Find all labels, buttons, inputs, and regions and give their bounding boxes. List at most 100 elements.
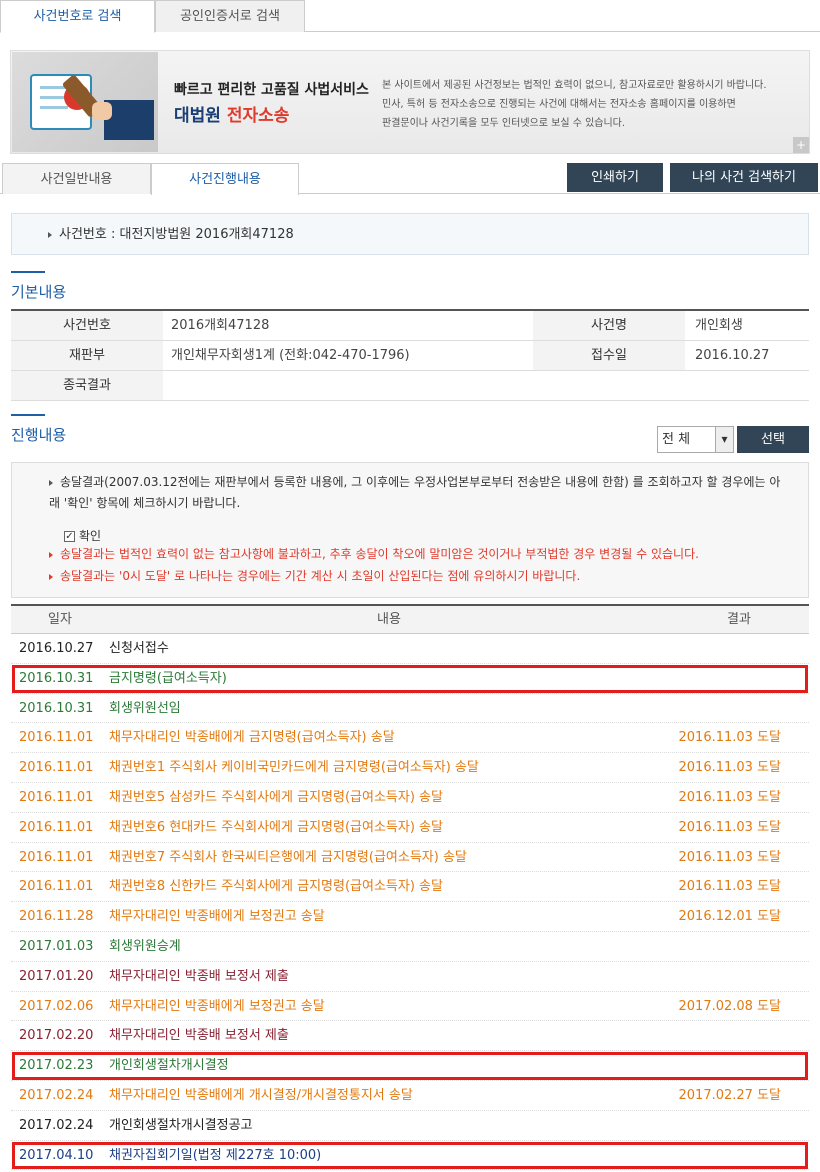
row-result: 2017.02.27 도달 [678, 1087, 782, 1103]
row-result [669, 1141, 809, 1170]
row-desc: 채무자대리인 박종배 보정서 제출 [109, 1028, 289, 1044]
select-button[interactable]: 선택 [737, 426, 809, 453]
case-number-box: 사건번호 : 대전지방법원 2016개회47128 [11, 213, 809, 255]
row-result: 2016.11.03 도달 [678, 760, 782, 776]
row-desc: 채권번호1 주식회사 케이비국민카드에게 금지명령(급여소득자) 송달 [109, 760, 479, 776]
final-result-label: 종국결과 [11, 371, 163, 400]
table-row: 2017.02.24 채무자대리인 박종배에게 개시결정/개시결정통지서 송달 20… [11, 1081, 809, 1111]
row-date: 2017.01.03 [19, 938, 94, 954]
row-date: 2016.11.28 [19, 909, 94, 925]
case-name-label: 사건명 [533, 311, 685, 340]
row-result: 2017.02.08 도달 [678, 998, 782, 1014]
case-name-value: 개인회생 [695, 318, 743, 333]
search-tabs: 사건번호로 검색 공인인증서로 검색 [0, 0, 820, 33]
table-row: 2016.10.31 금지명령(급여소득자) [11, 664, 809, 694]
table-row: 재판부 개인채무자회생1계 (전화:042-470-1796) 접수일 2016… [11, 341, 809, 371]
row-date: 2017.02.24 [19, 1117, 94, 1133]
row-desc: 회생위원승계 [109, 938, 181, 954]
row-desc: 채권번호7 주식회사 한국씨티은행에게 금지명령(급여소득자) 송달 [109, 849, 467, 865]
tab-search-by-certificate[interactable]: 공인인증서로 검색 [155, 0, 305, 32]
notice-warning: 송달결과는 '0시 도달' 로 나타나는 경우에는 기간 계산 시 초일이 산입… [49, 566, 580, 587]
table-row: 2017.02.23 개인회생절차개시결정 [11, 1051, 809, 1081]
row-date: 2016.11.01 [19, 789, 94, 805]
row-result [669, 932, 809, 961]
final-result-value [163, 371, 809, 400]
banner-brand: 대법원 전자소송 [174, 101, 289, 126]
banner-tagline: 빠르고 편리한 고품질 사법서비스 [174, 82, 369, 98]
row-result [669, 634, 809, 663]
table-row: 2016.11.01 채권번호8 신한카드 주식회사에게 금지명령(급여소득자) … [11, 872, 809, 903]
e-litigation-banner[interactable]: 빠르고 편리한 고품질 사법서비스 대법원 전자소송 본 사이트에서 제공된 사… [10, 50, 810, 154]
court-value: 개인채무자회생1계 (전화:042-470-1796) [171, 348, 410, 363]
hand-icon [92, 102, 112, 120]
row-result [669, 1051, 809, 1080]
row-date: 2017.02.06 [19, 998, 94, 1014]
row-date: 2016.11.01 [19, 760, 94, 776]
table-row: 2016.11.01 채권번호6 현대카드 주식회사에게 금지명령(급여소득자) … [11, 813, 809, 843]
more-icon[interactable]: + [793, 137, 809, 153]
bullet-icon [49, 479, 53, 486]
delivery-notice: 송달결과(2007.03.12전에는 재판부에서 등록한 내용에, 그 이후에는… [11, 462, 809, 598]
tab-search-by-case-number[interactable]: 사건번호로 검색 [0, 0, 155, 33]
checkbox-checked-icon[interactable]: ✓ [64, 531, 75, 542]
bullet-icon [48, 231, 52, 238]
row-desc: 채권자집회기일(법정 제227호 10:00) [109, 1147, 322, 1163]
court-label: 재판부 [11, 341, 163, 370]
progress-filter-select[interactable]: 전 체 ▾ [657, 426, 734, 453]
row-desc: 채권번호6 현대카드 주식회사에게 금지명령(급여소득자) 송달 [109, 819, 443, 835]
row-desc: 채권번호5 삼성카드 주식회사에게 금지명령(급여소득자) 송달 [109, 789, 443, 805]
tab-case-progress[interactable]: 사건진행내용 [151, 163, 299, 195]
table-row: 2016.11.01 채권번호7 주식회사 한국씨티은행에게 금지명령(급여소득자… [11, 843, 809, 873]
row-date: 2017.01.20 [19, 968, 94, 984]
banner-notice-line: 민사, 특허 등 전자소송으로 진행되는 사건에 대해서는 전자소송 홈페이지를… [382, 99, 736, 110]
row-date: 2016.11.01 [19, 730, 94, 746]
table-row: 2016.11.01 채권번호5 삼성카드 주식회사에게 금지명령(급여소득자) … [11, 783, 809, 813]
tab-case-general[interactable]: 사건일반내용 [2, 163, 151, 194]
received-date-value: 2016.10.27 [695, 348, 770, 363]
row-result: 2016.11.03 도달 [678, 849, 782, 865]
case-number-label: 사건번호 [11, 311, 163, 340]
row-desc: 개인회생절차개시결정공고 [109, 1117, 253, 1133]
brand-main: 대법원 [174, 106, 221, 126]
banner-illustration [12, 52, 158, 152]
banner-notice-line: 본 사이트에서 제공된 사건정보는 법적인 효력이 없으니, 참고자료로만 활용… [382, 80, 767, 91]
row-desc: 신청서접수 [109, 641, 169, 656]
row-desc: 채무자대리인 박종배에게 보정권고 송달 [109, 909, 325, 925]
header-desc: 내용 [377, 612, 401, 627]
table-row: 2016.10.31 회생위원선임 [11, 694, 809, 724]
confirm-label: 확인 [79, 529, 102, 543]
progress-table-header: 일자 내용 결과 [11, 604, 809, 634]
row-date: 2017.02.24 [19, 1087, 94, 1103]
row-result: 2016.11.03 도달 [678, 819, 782, 835]
section-title-progress: 진행내용 [11, 414, 67, 444]
row-desc: 금지명령(급여소득자) [109, 670, 227, 686]
bullet-icon [49, 573, 53, 580]
table-row: 2017.02.20 채무자대리인 박종배 보정서 제출 [11, 1021, 809, 1052]
table-row: 종국결과 [11, 371, 809, 401]
banner-notice-line: 판결문이나 사건기록을 모두 인터넷으로 보실 수 있습니다. [382, 118, 626, 129]
row-date: 2017.04.10 [19, 1147, 94, 1163]
print-button[interactable]: 인쇄하기 [567, 163, 663, 192]
banner-notice: 본 사이트에서 제공된 사건정보는 법적인 효력이 없으니, 참고자료로만 활용… [382, 76, 802, 133]
section-title-basic: 기본내용 [11, 271, 67, 301]
case-number-value: 2016개회47128 [171, 318, 270, 333]
row-desc: 채무자대리인 박종배에게 보정권고 송달 [109, 998, 325, 1014]
table-row: 사건번호 2016개회47128 사건명 개인회생 [11, 311, 809, 341]
row-result: 2016.11.03 도달 [678, 879, 782, 895]
row-desc: 개인회생절차개시결정 [109, 1058, 229, 1074]
row-result: 2016.11.03 도달 [678, 789, 782, 805]
my-case-search-button[interactable]: 나의 사건 검색하기 [670, 163, 818, 192]
bullet-icon [49, 551, 53, 558]
row-date: 2017.02.23 [19, 1058, 94, 1074]
table-row: 2017.01.20 채무자대리인 박종배 보정서 제출 [11, 962, 809, 992]
table-row: 2017.02.06 채무자대리인 박종배에게 보정권고 송달 2017.02.08… [11, 992, 809, 1022]
header-date: 일자 [48, 612, 72, 627]
received-date-label: 접수일 [533, 341, 685, 370]
notice-warning: 송달결과는 법적인 효력이 없는 참고사항에 불과하고, 추후 송달이 착오에 … [49, 544, 699, 565]
notice-line: 송달결과(2007.03.12전에는 재판부에서 등록한 내용에, 그 이후에는… [49, 475, 781, 510]
progress-table-body: 2016.10.27 신청서접수 2016.10.31 금지명령(급여소득자) 2016… [11, 634, 809, 1171]
row-desc: 채무자대리인 박종배에게 금지명령(급여소득자) 송달 [109, 730, 395, 746]
row-result: 2016.12.01 도달 [678, 909, 782, 925]
basic-info-table: 사건번호 2016개회47128 사건명 개인회생 재판부 개인채무자회생1계 … [11, 309, 809, 401]
chevron-down-icon[interactable]: ▾ [715, 427, 733, 452]
